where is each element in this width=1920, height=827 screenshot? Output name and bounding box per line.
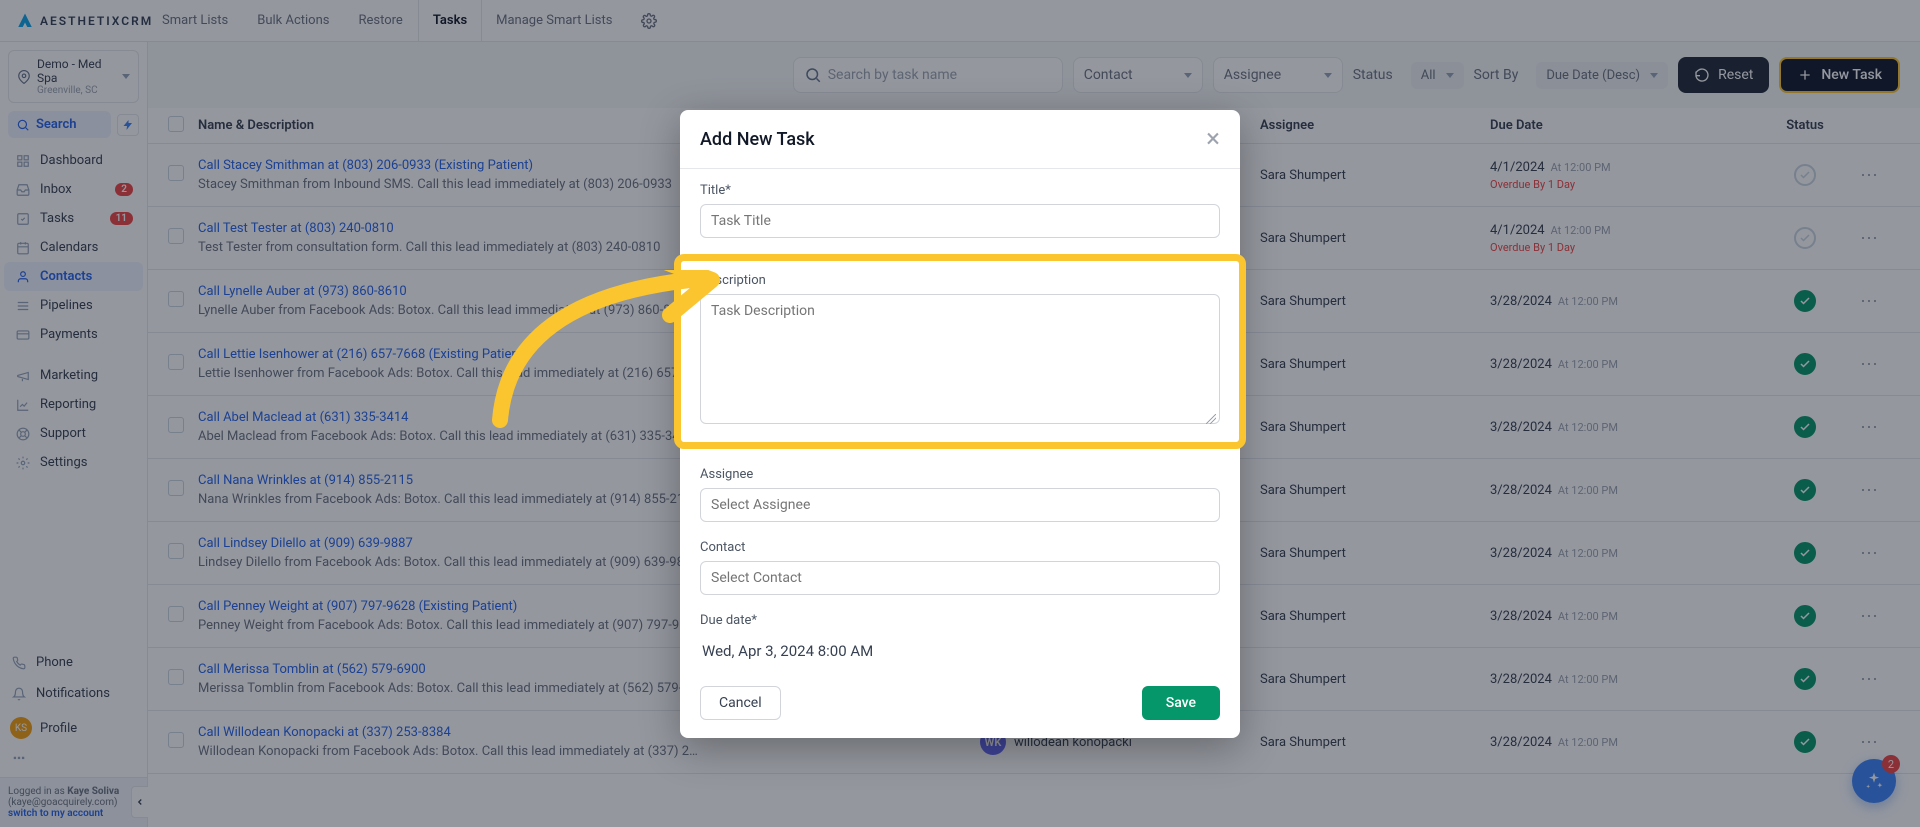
assignee-select[interactable] bbox=[700, 488, 1220, 522]
save-button[interactable]: Save bbox=[1142, 686, 1220, 720]
description-label: Description bbox=[700, 273, 1220, 288]
cancel-button[interactable]: Cancel bbox=[700, 686, 781, 720]
description-highlight: Description bbox=[674, 254, 1246, 449]
contact-select[interactable] bbox=[700, 561, 1220, 595]
task-title-input[interactable] bbox=[700, 204, 1220, 238]
due-date-value[interactable]: Wed, Apr 3, 2024 8:00 AM bbox=[700, 634, 1220, 668]
due-date-label: Due date* bbox=[700, 613, 1220, 628]
modal-title: Add New Task bbox=[700, 129, 815, 150]
title-label: Title* bbox=[700, 183, 1220, 198]
assignee-label: Assignee bbox=[700, 467, 1220, 482]
contact-label: Contact bbox=[700, 540, 1220, 555]
modal-close-button[interactable]: × bbox=[1206, 126, 1220, 152]
add-task-modal: Add New Task × Title* Description Assign… bbox=[680, 110, 1240, 738]
task-description-input[interactable] bbox=[700, 294, 1220, 424]
